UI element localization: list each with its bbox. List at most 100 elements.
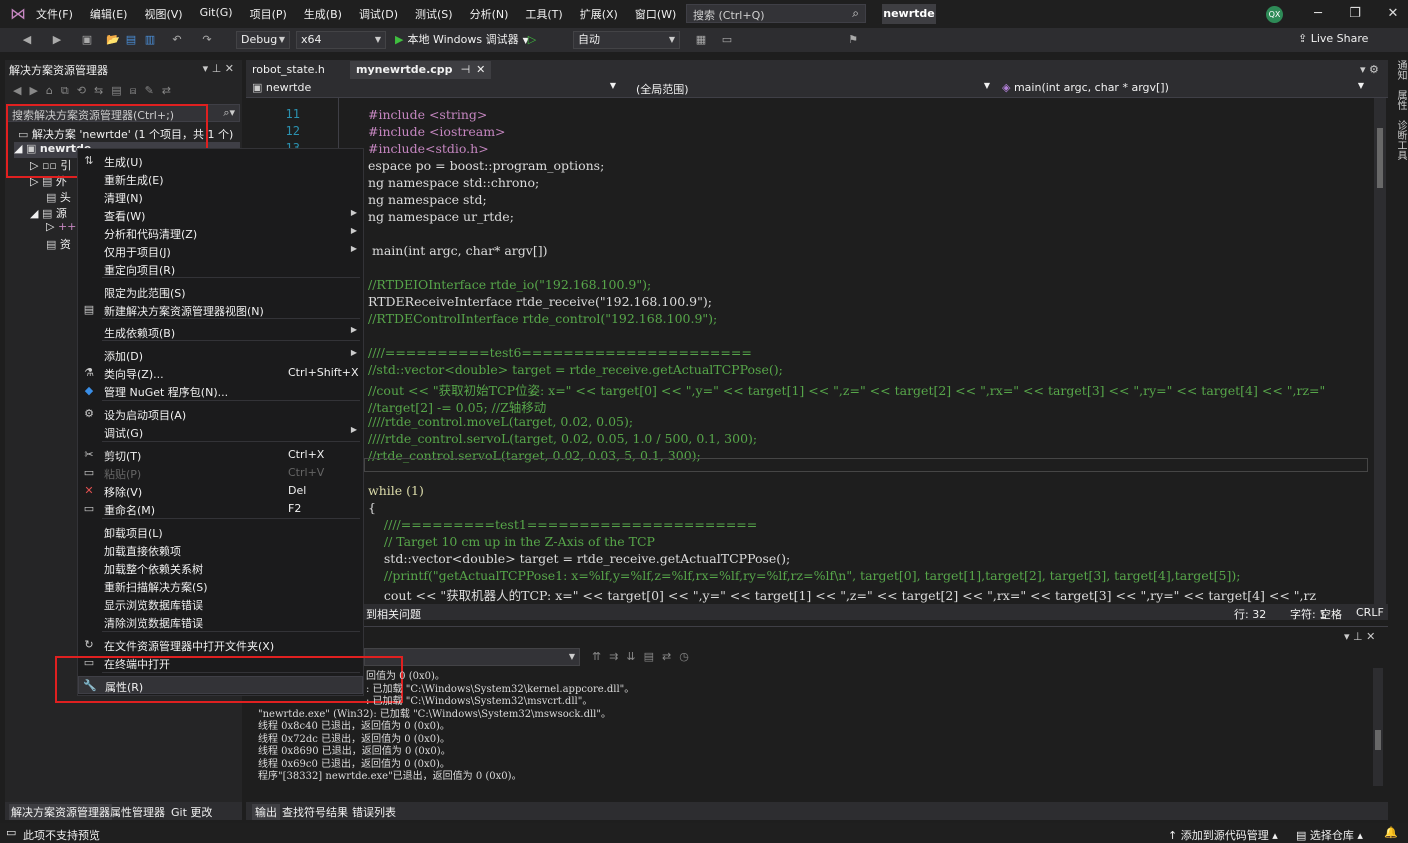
context-menu-item[interactable]: 重新生成(E) [78,170,363,188]
menu-item[interactable]: 测试(S) [415,6,462,22]
context-menu-item[interactable]: ⚗类向导(Z)...Ctrl+Shift+X [78,364,363,382]
visual-studio-logo-icon[interactable]: ⋈ [8,5,28,23]
issues-label: 到相关问题 [366,606,421,622]
context-menu-item[interactable]: 重定向项目(R) [78,260,363,278]
context-menu-item[interactable]: ◆管理 NuGet 程序包(N)... [78,382,363,400]
eol-indicator[interactable]: CRLF [1356,606,1384,619]
tree-item-headers[interactable]: ▤ 头 [46,189,71,205]
start-without-debug-icon[interactable]: ▷ [525,33,539,47]
context-menu-item[interactable]: 添加(D)▶ [78,346,363,364]
context-menu-item[interactable]: ✂剪切(T)Ctrl+X [78,446,363,464]
right-rail-tab[interactable]: 诊断工具 [1395,120,1406,160]
avatar[interactable]: QX [1266,6,1283,23]
menu-item[interactable]: 调试(D) [359,6,407,22]
minimize-icon[interactable]: ─ [1308,4,1328,24]
tab-overflow-icon[interactable]: ▾ ⚙ [1360,63,1379,76]
context-menu-item[interactable]: ▭重命名(M)F2 [78,500,363,518]
add-source-control-button[interactable]: ↑ 添加到源代码管理 ▴ [1168,827,1278,843]
tree-item-resources[interactable]: ▤ 资 [46,236,71,252]
bookmark-icon[interactable]: ⚑ [846,33,860,47]
live-share-button[interactable]: ⇪ Live Share [1298,32,1368,45]
context-menu-item[interactable]: 生成依赖项(B)▶ [78,323,363,341]
notification-bell-icon[interactable]: 🔔 [1384,826,1398,839]
right-rail-tab[interactable]: 通知 [1395,60,1406,80]
output-toolbar-icons[interactable]: ⇈⇉⇊▤⇄◷ [592,650,697,663]
context-menu-item[interactable]: ▤新建解决方案资源管理器视图(N) [78,301,363,319]
tree-item-cpp[interactable]: ▷ ++ [46,220,76,233]
output-tab[interactable]: 错误列表 [352,804,396,820]
menu-item[interactable]: 生成(B) [304,6,351,22]
context-menu-item[interactable]: 查看(W)▶ [78,206,363,224]
context-menu-item[interactable]: 清除浏览数据库错误 [78,613,363,631]
platform-select[interactable]: x64▼ [296,31,386,49]
menu-item-shortcut: Ctrl+V [288,466,324,479]
editor-scrollbar[interactable] [1374,98,1386,604]
code-editor[interactable]: 11#include <string>12#include <iostream>… [246,98,1376,604]
context-menu-item[interactable]: 清理(N) [78,188,363,206]
menu-item[interactable]: 扩展(X) [580,6,627,22]
right-rail-tab[interactable]: 属性 [1395,90,1406,110]
save-all-icon[interactable]: ▥ [143,33,157,47]
context-menu-item[interactable]: 分析和代码清理(Z)▶ [78,224,363,242]
close-icon[interactable]: ✕ [1383,4,1403,24]
context-menu-item[interactable]: ↻在文件资源管理器中打开文件夹(X) [78,636,363,654]
output-tab[interactable]: 查找符号结果 [282,804,348,820]
output-scrollbar[interactable] [1373,668,1383,786]
save-icon[interactable]: ▤ [124,33,138,47]
context-menu-item[interactable]: 限定为此范围(S) [78,283,363,301]
toolbar-tool-icon[interactable]: ▦ [694,33,708,47]
scrollbar-thumb[interactable] [1375,730,1381,750]
solution-toolbar-icons[interactable]: ◀▶⌂⧉⟲⇆▤⧈✎⇄ [13,84,179,98]
tree-item-source[interactable]: ◢ ▤ 源 [30,205,67,221]
tab-robot-state[interactable]: robot_state.h [246,61,331,79]
menu-item[interactable]: Git(G) [200,6,242,22]
menu-separator [102,277,360,278]
context-menu-item[interactable]: 调试(G)▶ [78,423,363,441]
context-menu-item[interactable]: 重新扫描解决方案(S) [78,577,363,595]
code-line: main(int argc, char* argv[]) [368,243,547,258]
context-menu-item[interactable]: 仅用于项目(J)▶ [78,242,363,260]
forward-icon[interactable]: ▶ [50,33,64,47]
menu-item[interactable]: 项目(P) [250,6,296,22]
nav-member-select[interactable]: ◈ main(int argc, char * argv[])▼ [1002,81,1368,96]
context-menu-item[interactable]: ⇅生成(U) [78,152,363,170]
context-menu-item[interactable]: ⚙设为启动项目(A) [78,405,363,423]
back-icon[interactable]: ◀ [20,33,34,47]
redo-icon[interactable]: ↷ [200,33,214,47]
left-panel-tab[interactable]: 解决方案资源管理器 [9,804,112,820]
context-menu-item[interactable]: 显示浏览数据库错误 [78,595,363,613]
search-input[interactable]: 搜索 (Ctrl+Q)⌕ [686,4,866,23]
nav-scope-select[interactable]: (全局范围)▼ [636,81,994,96]
pin-icon[interactable]: ⊣ [461,63,471,76]
output-tab[interactable]: 输出 [252,804,280,820]
config-select[interactable]: Debug▼ [236,31,290,49]
run-debugger-button[interactable]: ▶本地 Windows 调试器▼ [395,31,529,47]
menu-item[interactable]: 窗口(W) [635,6,685,22]
context-menu-item[interactable]: 加载直接依赖项 [78,541,363,559]
tab-mynewrtde[interactable]: mynewrtde.cpp⊣✕ [350,61,491,79]
context-menu-item[interactable]: ✕移除(V)Del [78,482,363,500]
menu-item[interactable]: 视图(V) [144,6,191,22]
menu-item[interactable]: 编辑(E) [90,6,137,22]
menu-item[interactable]: 分析(N) [470,6,518,22]
undo-icon[interactable]: ↶ [170,33,184,47]
menu-item[interactable]: 文件(F) [36,6,82,22]
nav-project-select[interactable]: ▣ newrtde▼ [252,81,620,96]
close-icon[interactable]: ▾ ⊥ ✕ [203,62,234,75]
context-menu-item[interactable]: 加载整个依赖关系树 [78,559,363,577]
left-panel-tab[interactable]: 属性管理器 [110,804,165,820]
open-icon[interactable]: 📂 [106,33,120,47]
menu-item[interactable]: 工具(T) [525,6,571,22]
auto-select[interactable]: 自动▼ [573,31,680,49]
new-project-icon[interactable]: ▣ [80,33,94,47]
close-icon[interactable]: ✕ [476,63,485,76]
context-menu-item[interactable]: 卸载项目(L) [78,523,363,541]
scrollbar-thumb[interactable] [1377,128,1383,188]
space-indicator[interactable]: 空格 [1320,606,1342,622]
toolbar-window-icon[interactable]: ▭ [720,33,734,47]
nav-scope: (全局范围) [636,83,689,96]
select-repo-button[interactable]: ▤ 选择仓库 ▴ [1296,827,1363,843]
output-panel-controls[interactable]: ▾ ⊥ ✕ [1344,630,1375,643]
left-panel-tab[interactable]: Git 更改 [171,804,212,820]
restore-icon[interactable]: ❐ [1345,4,1365,24]
